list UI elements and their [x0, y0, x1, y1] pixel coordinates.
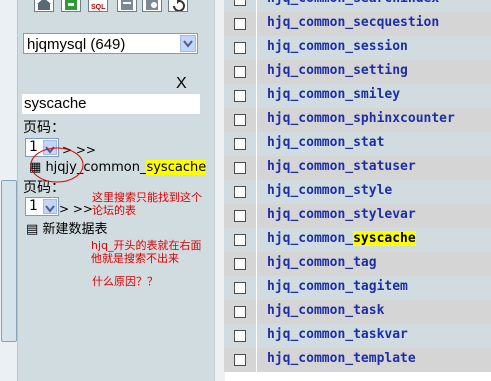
table-name-link[interactable]: hjq_common_style [267, 183, 392, 198]
table-name: hjq_common_template [267, 351, 416, 366]
navigation-frame: SQL hjqmysql (649) X syscache 页码： 1 > >>… [0, 0, 214, 381]
table-checkbox[interactable] [234, 234, 246, 246]
table-row[interactable]: hjq_common_sphinxcounter [224, 108, 491, 132]
table-name-highlight: syscache [353, 231, 416, 246]
table-row[interactable]: hjq_common_secquestion [224, 12, 491, 36]
column-divider [256, 84, 257, 108]
table-row[interactable]: hjq_common_task [224, 300, 491, 324]
table-name-link[interactable]: hjq_common_taskvar [267, 327, 408, 342]
table-checkbox[interactable] [234, 210, 246, 222]
table-name-link[interactable]: hjq_common_statuser [267, 159, 416, 174]
table-name: hjq_common_searchindex [267, 0, 439, 6]
table-list: hjq_common_searchindex hjq_common_secques… [224, 0, 491, 381]
table-name-link[interactable]: hjq_common_task [267, 303, 384, 318]
column-divider [256, 180, 257, 204]
table-name: hjq_common_sphinxcounter [267, 111, 455, 126]
column-divider [256, 252, 257, 276]
table-row[interactable]: hjq_common_tag [224, 252, 491, 276]
column-divider [256, 228, 257, 252]
table-name: hjq_common_session [267, 39, 408, 54]
table-checkbox[interactable] [234, 66, 246, 78]
annotation-note-3: 什么原因？？ [92, 275, 158, 288]
table-name: hjq_common_tag [267, 255, 377, 270]
table-name: hjq_common_taskvar [267, 327, 408, 342]
table-checkbox[interactable] [234, 258, 246, 270]
table-name-link[interactable]: hjq_common_stat [267, 135, 384, 150]
table-name-link[interactable]: hjq_common_session [267, 39, 408, 54]
table-name: hjq_common_tagitem [267, 279, 408, 294]
table-name-link[interactable]: hjq_common_tag [267, 255, 377, 270]
table-row[interactable]: hjq_common_stat [224, 132, 491, 156]
annotation-note-1: 这里搜索只能找到这个 论坛的表 [92, 191, 202, 217]
column-divider [256, 324, 257, 348]
table-checkbox[interactable] [234, 90, 246, 102]
table-row[interactable]: hjq_common_stylevar [224, 204, 491, 228]
table-checkbox[interactable] [234, 0, 246, 6]
table-row[interactable]: hjq_common_session [224, 36, 491, 60]
table-checkbox[interactable] [234, 354, 246, 366]
column-divider [256, 12, 257, 36]
column-divider [256, 156, 257, 180]
table-name-link[interactable]: hjq_common_searchindex [267, 0, 439, 6]
table-checkbox[interactable] [234, 114, 246, 126]
column-divider [256, 0, 257, 12]
table-checkbox[interactable] [234, 42, 246, 54]
table-row[interactable]: hjq_common_syscache [224, 228, 491, 252]
table-name-link[interactable]: hjq_common_smiley [267, 87, 400, 102]
table-name: hjq_common_setting [267, 63, 408, 78]
table-row[interactable]: hjq_common_style [224, 180, 491, 204]
table-name-link[interactable]: hjq_common_sphinxcounter [267, 111, 455, 126]
table-name: hjq_common_secquestion [267, 15, 440, 30]
table-name: hjq_common_statuser [267, 159, 416, 174]
annotation-note-2: hjq_开头的表就在右面 他就是搜索不出来 [91, 239, 202, 265]
table-row[interactable]: hjq_common_smiley [224, 84, 491, 108]
column-divider [256, 348, 257, 372]
table-checkbox[interactable] [234, 162, 246, 174]
table-name-link[interactable]: hjq_common_tagitem [267, 279, 408, 294]
column-divider [256, 36, 257, 60]
table-name: hjq_common_stylevar [267, 207, 416, 222]
table-name: hjq_common_ [267, 231, 354, 246]
table-row[interactable]: hjq_common_searchindex [224, 0, 491, 12]
column-divider [256, 108, 257, 132]
table-name: hjq_common_style [267, 183, 393, 198]
table-name-link[interactable]: hjq_common_stylevar [267, 207, 416, 222]
table-checkbox[interactable] [234, 138, 246, 150]
table-name-link[interactable]: hjq_common_secquestion [267, 15, 439, 30]
table-checkbox[interactable] [234, 330, 246, 342]
column-divider [256, 204, 257, 228]
table-row[interactable]: hjq_common_statuser [224, 156, 491, 180]
table-row[interactable]: hjq_common_tagitem [224, 276, 491, 300]
column-divider [256, 276, 257, 300]
table-name: hjq_common_stat [267, 135, 385, 150]
table-name-link[interactable]: hjq_common_template [267, 351, 416, 366]
table-row[interactable]: hjq_common_setting [224, 60, 491, 84]
table-name-link[interactable]: hjq_common_setting [267, 63, 408, 78]
annotation-line: 他就是搜索不出来 [91, 252, 179, 265]
annotation-line: 论坛的表 [92, 204, 136, 217]
annotation-line: 这里搜索只能找到这个 [92, 191, 202, 204]
table-row[interactable]: hjq_common_taskvar [224, 324, 491, 348]
annotation-line: hjq_开头的表就在右面 [91, 239, 202, 252]
table-row[interactable]: hjq_common_template [224, 348, 491, 372]
table-checkbox[interactable] [234, 18, 246, 30]
table-checkbox[interactable] [234, 306, 246, 318]
table-checkbox[interactable] [234, 186, 246, 198]
table-name: hjq_common_task [267, 303, 385, 318]
column-divider [256, 300, 257, 324]
table-checkbox[interactable] [234, 282, 246, 294]
column-divider [256, 60, 257, 84]
table-name: hjq_common_smiley [267, 87, 401, 102]
table-name-link[interactable]: hjq_common_syscache [267, 231, 416, 246]
column-divider [256, 132, 257, 156]
